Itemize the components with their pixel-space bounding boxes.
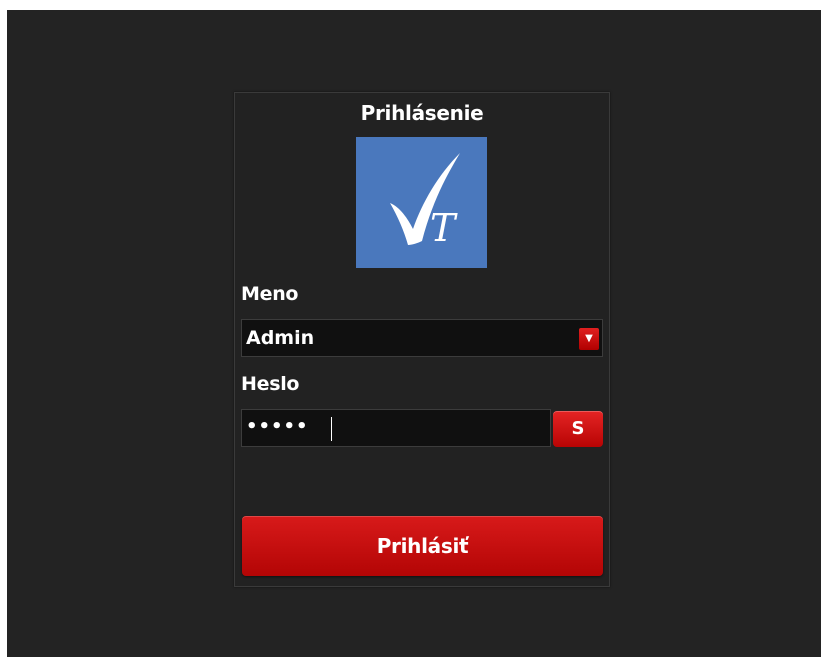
password-input[interactable]: ••••• <box>241 409 551 447</box>
logo-letter: T <box>430 206 458 250</box>
dropdown-arrow-icon[interactable]: ▼ <box>579 328 599 350</box>
login-title: Prihlásenie <box>360 101 484 125</box>
username-value: Admin <box>246 327 315 349</box>
username-label: Meno <box>241 283 299 305</box>
text-caret <box>331 417 332 441</box>
login-button[interactable]: Prihlásiť <box>242 516 603 576</box>
password-label: Heslo <box>241 373 300 395</box>
password-value: ••••• <box>246 416 309 437</box>
username-select[interactable]: Admin ▼ <box>241 319 603 357</box>
show-password-button[interactable]: S <box>553 411 603 447</box>
checkmark-icon: T <box>390 153 460 250</box>
app-background: Prihlásenie T Meno Admin ▼ Heslo ••••• S… <box>7 10 821 657</box>
login-panel: Prihlásenie T Meno Admin ▼ Heslo ••••• S… <box>234 92 610 587</box>
app-logo-icon: T <box>356 137 487 268</box>
